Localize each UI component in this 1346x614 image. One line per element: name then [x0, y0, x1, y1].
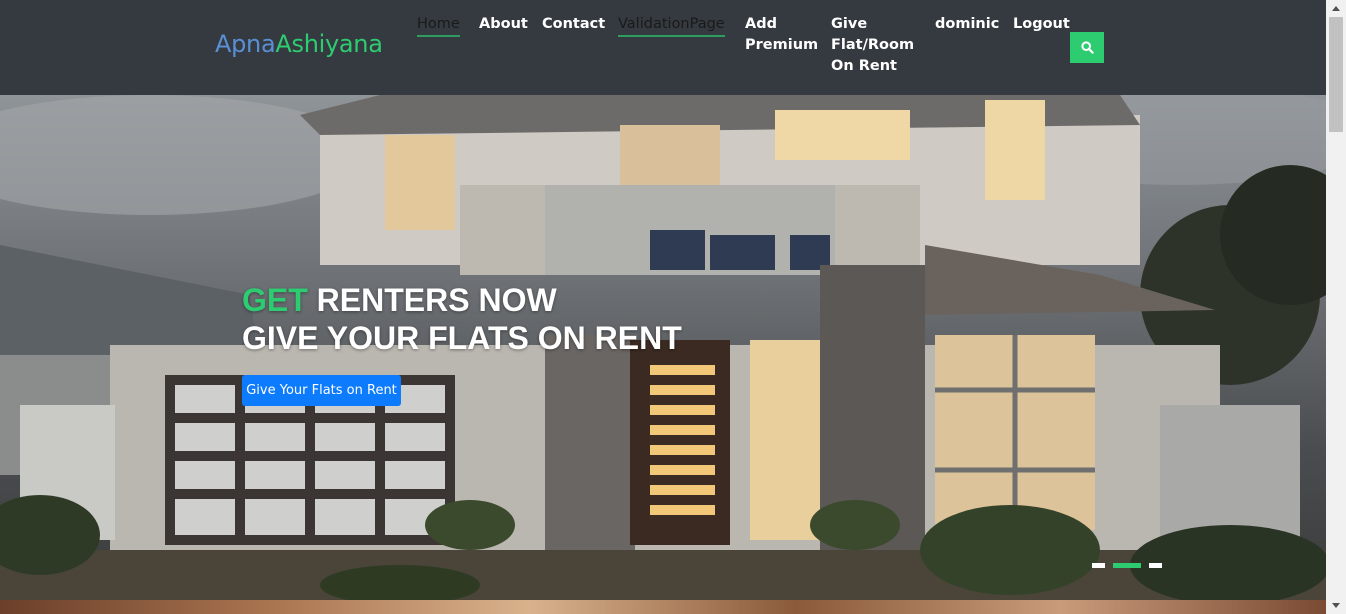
carousel-indicator-3[interactable] [1149, 563, 1162, 568]
chevron-down-icon [1332, 603, 1340, 608]
brand-part-2: Ashiyana [275, 30, 383, 58]
nav-give-flat-line-1: Give [831, 16, 868, 32]
nav-user[interactable]: dominic [935, 14, 999, 35]
chevron-up-icon [1332, 6, 1340, 11]
carousel-indicator-2[interactable] [1113, 563, 1141, 568]
search-icon [1080, 41, 1094, 54]
carousel-indicator-1[interactable] [1092, 563, 1105, 568]
nav-about[interactable]: About [479, 14, 528, 35]
scroll-down-button[interactable] [1326, 597, 1346, 614]
scroll-thumb[interactable] [1329, 17, 1343, 132]
brand-part-1: Apna [215, 30, 276, 58]
brand-logo[interactable]: ApnaAshiyana [215, 30, 383, 58]
nav-add-premium-line-1: Add [745, 16, 777, 32]
nav-give-flat-line-3: On Rent [831, 58, 897, 74]
hero-headline: GET RENTERS NOW GIVE YOUR FLATS ON RENT [242, 281, 682, 357]
hero-headline-line-1: GET RENTERS NOW [242, 281, 682, 319]
nav-give-flat-line-2: Flat/Room [831, 37, 915, 53]
hero-headline-line-2: GIVE YOUR FLATS ON RENT [242, 320, 682, 356]
nav-contact[interactable]: Contact [542, 14, 605, 35]
nav-home[interactable]: Home [417, 14, 460, 37]
hero-headline-rest: RENTERS NOW [307, 282, 557, 318]
search-button[interactable] [1070, 32, 1104, 63]
nav-validation-page[interactable]: ValidationPage [618, 14, 725, 37]
navbar: ApnaAshiyana Home About Contact Validati… [0, 0, 1326, 95]
give-flats-button[interactable]: Give Your Flats on Rent [242, 375, 401, 406]
nav-logout[interactable]: Logout [1013, 14, 1070, 35]
hero-carousel: GET RENTERS NOW GIVE YOUR FLATS ON RENT … [0, 95, 1326, 600]
nav-add-premium-line-2: Premium [745, 37, 819, 53]
scroll-up-button[interactable] [1326, 0, 1346, 17]
nav-give-flat[interactable]: Give Flat/Room On Rent [831, 14, 914, 77]
next-section-image-strip [0, 600, 1326, 614]
hero-headline-accent: GET [242, 282, 308, 318]
nav-add-premium[interactable]: Add Premium [745, 14, 818, 56]
page-scrollbar[interactable] [1326, 0, 1346, 614]
